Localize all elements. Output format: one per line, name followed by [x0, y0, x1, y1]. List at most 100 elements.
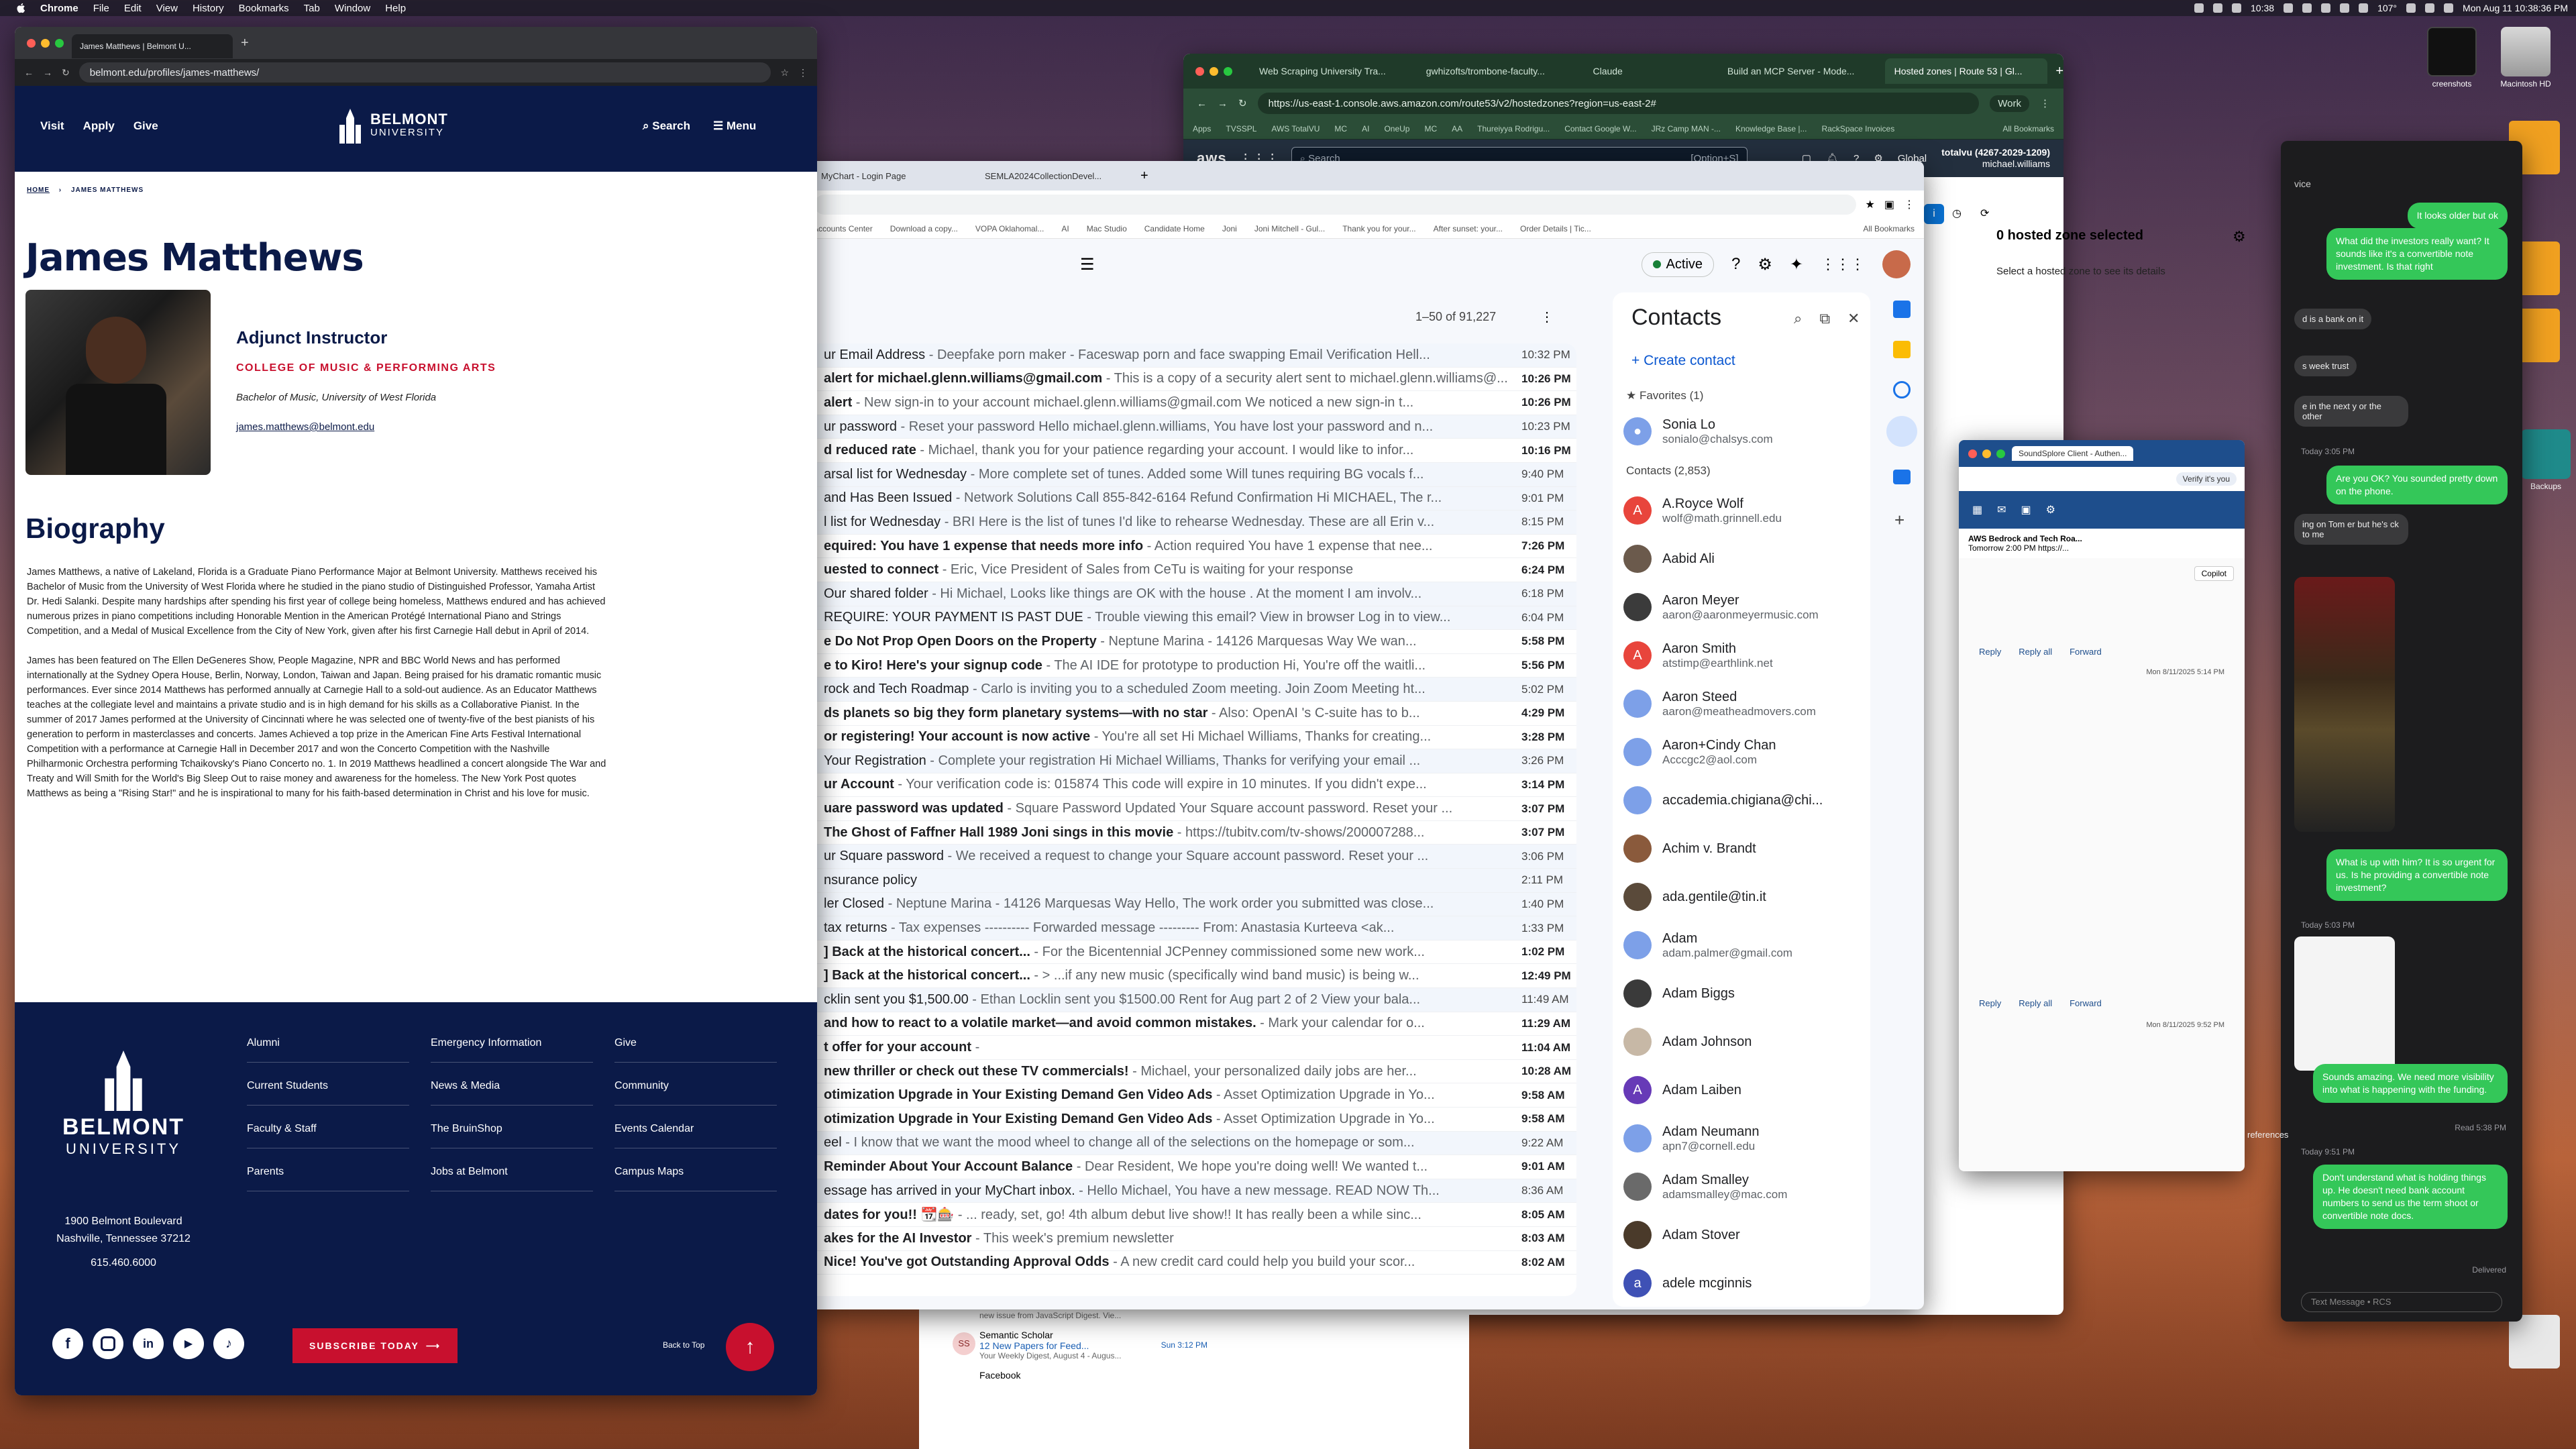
keep-icon[interactable] — [1893, 341, 1911, 358]
calendar-icon[interactable] — [1893, 301, 1911, 318]
tray-datetime[interactable]: Mon Aug 11 10:38:36 PM — [2463, 3, 2568, 13]
nav-visit[interactable]: Visit — [40, 119, 64, 133]
email-row[interactable]: Reminder About Your Account Balance - De… — [805, 1155, 1576, 1179]
email-row[interactable]: uested to connect - Eric, Vice President… — [805, 558, 1576, 582]
aws-address-field[interactable]: https://us-east-1.console.aws.amazon.com… — [1257, 93, 1980, 114]
plus-icon[interactable]: + — [1894, 510, 1904, 531]
message-out[interactable]: Don't understand what is holding things … — [2313, 1165, 2508, 1229]
contact-row[interactable]: ● Sonia Lo sonialo@chalsys.com — [1623, 412, 1865, 451]
email-row[interactable]: otimization Upgrade in Your Existing Dem… — [805, 1108, 1576, 1132]
youtube-icon[interactable]: ▶ — [173, 1328, 204, 1359]
footer-phone[interactable]: 615.460.6000 — [42, 1257, 205, 1269]
email-row[interactable]: alert - New sign-in to your account mich… — [805, 391, 1576, 415]
email-row[interactable]: e Do Not Prop Open Doors on the Property… — [805, 630, 1576, 654]
footer-link[interactable]: Community — [614, 1073, 777, 1106]
bookmark[interactable]: Order Details | Tic... — [1520, 224, 1591, 233]
email-row[interactable]: ur Square password - We received a reque… — [805, 845, 1576, 869]
reply-button[interactable]: Reply — [1979, 998, 2001, 1008]
minimize-button[interactable] — [41, 38, 50, 48]
minimize-button[interactable] — [1210, 66, 1218, 76]
tray-icon[interactable] — [2321, 3, 2331, 13]
apps-grid-icon[interactable]: ⋮⋮⋮ — [1821, 256, 1865, 273]
footer-link[interactable]: Emergency Information — [431, 1030, 593, 1063]
footer-link[interactable]: Events Calendar — [614, 1116, 777, 1148]
email-row[interactable]: Our shared folder - Hi Michael, Looks li… — [805, 582, 1576, 606]
email-row[interactable]: The Ghost of Faffner Hall 1989 Joni sing… — [805, 820, 1576, 845]
gear-icon[interactable]: ⚙ — [2233, 228, 2246, 246]
message-out[interactable]: What did the investors really want? It s… — [2326, 228, 2508, 280]
aws-tab[interactable]: Build an MCP Server - Mode... — [1718, 58, 1881, 84]
open-new-icon[interactable]: ⧉ — [1819, 310, 1830, 327]
menu-tab[interactable]: Tab — [304, 3, 320, 14]
email-row[interactable]: arsal list for Wednesday - More complete… — [805, 462, 1576, 487]
profile-chip[interactable]: Work — [1990, 95, 2029, 112]
contact-row[interactable]: Aabid Ali — [1623, 539, 1865, 578]
zoom-button[interactable] — [1224, 66, 1232, 76]
bookmark[interactable]: OneUp — [1384, 124, 1409, 133]
tray-icon[interactable] — [2232, 3, 2242, 13]
email-row[interactable]: ] Back at the historical concert... - Fo… — [805, 940, 1576, 965]
outlook-app-icon[interactable]: ✉ — [1997, 503, 2006, 517]
reload-icon[interactable]: ↻ — [1238, 97, 1247, 109]
message-out[interactable]: It looks older but ok — [2407, 203, 2508, 229]
new-tab-icon[interactable]: + — [2055, 64, 2063, 79]
contact-row[interactable]: A A.Royce Wolf wolf@math.grinnell.edu — [1623, 491, 1865, 530]
footer-link[interactable]: Jobs at Belmont — [431, 1159, 593, 1191]
footer-link[interactable]: Alumni — [247, 1030, 409, 1063]
bookmark[interactable]: RackSpace Invoices — [1821, 124, 1894, 133]
new-tab-icon[interactable]: + — [1140, 168, 1148, 184]
nav-give[interactable]: Give — [133, 119, 158, 133]
gmail-tab[interactable]: MyChart - Login Page — [813, 164, 974, 187]
footer-logo[interactable]: BELMONT UNIVERSITY — [56, 1051, 191, 1158]
footer-link[interactable]: Give — [614, 1030, 777, 1063]
email-row[interactable]: ] Back at the historical concert... - > … — [805, 964, 1576, 989]
close-button[interactable] — [27, 38, 36, 48]
gear-icon[interactable]: ⚙ — [1758, 255, 1772, 274]
more-icon[interactable]: ⋮ — [798, 67, 808, 78]
bookmark[interactable]: Knowledge Base |... — [1735, 124, 1807, 133]
menu-edit[interactable]: Edit — [124, 3, 142, 14]
bookmark[interactable]: Joni — [1222, 224, 1237, 233]
new-tab-icon[interactable]: + — [241, 36, 249, 51]
close-icon[interactable]: ✕ — [1847, 310, 1860, 327]
footer-link[interactable]: News & Media — [431, 1073, 593, 1106]
bookmark[interactable]: TVSSPL — [1226, 124, 1256, 133]
outlook-event[interactable]: AWS Bedrock and Tech Roa... Tomorrow 2:0… — [1959, 529, 2245, 558]
tray-icon[interactable] — [2213, 3, 2223, 13]
forward-icon[interactable]: → — [43, 67, 52, 78]
email-row[interactable]: uare password was updated - Square Passw… — [805, 797, 1576, 821]
menu-file[interactable]: File — [93, 3, 109, 14]
profile-email-link[interactable]: james.matthews@belmont.edu — [236, 421, 374, 433]
message-photo[interactable] — [2294, 577, 2395, 832]
verify-chip[interactable]: Verify it's you — [2176, 472, 2237, 486]
contact-row[interactable]: Adam Smalley adamsmalley@mac.com — [1623, 1167, 1865, 1206]
tray-icon[interactable] — [2359, 3, 2369, 13]
bookmark[interactable]: Contact Google W... — [1564, 124, 1636, 133]
message-out[interactable]: Sounds amazing. We need more visibility … — [2313, 1064, 2508, 1103]
message-out[interactable]: What is up with him? It is so urgent for… — [2326, 849, 2508, 901]
email-row[interactable]: d reduced rate - Michael, thank you for … — [805, 439, 1576, 463]
clock-icon[interactable]: ◷ — [1952, 204, 1972, 224]
email-row[interactable]: REQUIRE: YOUR PAYMENT IS PAST DUE - Trou… — [805, 606, 1576, 631]
footer-link[interactable]: Campus Maps — [614, 1159, 777, 1191]
tray-icon[interactable] — [2194, 3, 2204, 13]
email-row[interactable]: eel - I know that we want the mood wheel… — [805, 1131, 1576, 1156]
email-row[interactable]: cklin sent you $1,500.00 - Ethan Locklin… — [805, 988, 1576, 1012]
menu-view[interactable]: View — [156, 3, 178, 14]
gmail-address-field[interactable] — [814, 195, 1856, 215]
reply-all-button[interactable]: Reply all — [2019, 647, 2052, 657]
bookmark[interactable]: Joni Mitchell - Gul... — [1254, 224, 1325, 233]
email-row[interactable]: t offer for your account -11:04 AM — [805, 1036, 1576, 1060]
email-row[interactable]: tax returns - Tax expenses ---------- Fo… — [805, 916, 1576, 941]
close-button[interactable] — [1195, 66, 1204, 76]
message-in[interactable]: d is a bank on it — [2294, 309, 2372, 329]
email-row[interactable]: ur password - Reset your password Hello … — [805, 415, 1576, 439]
belmont-address-field[interactable]: belmont.edu/profiles/james-matthews/ — [78, 62, 771, 83]
copilot-button[interactable]: Copilot — [2194, 566, 2234, 581]
outlook-app-icon[interactable]: ▣ — [2021, 503, 2031, 517]
meet-icon[interactable] — [1893, 470, 1911, 484]
contact-row[interactable]: accademia.chigiana@chi... — [1623, 781, 1865, 820]
back-to-top-label[interactable]: Back to Top — [663, 1340, 704, 1350]
create-contact-button[interactable]: + Create contact — [1631, 353, 1735, 369]
bookmark[interactable]: Thureiyya Rodrigu... — [1477, 124, 1550, 133]
